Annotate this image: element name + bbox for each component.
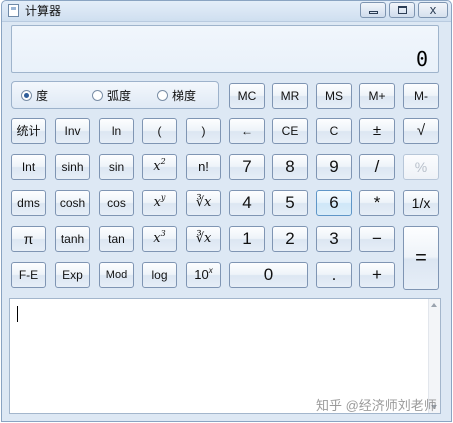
digit-8-button[interactable]: 8 xyxy=(272,154,308,180)
square-exponent: 2 xyxy=(160,157,166,166)
digit-0-button[interactable]: 0 xyxy=(229,262,308,288)
fixed-exponent-button[interactable]: F-E xyxy=(11,262,46,288)
angle-mode-group: 度 弧度 梯度 xyxy=(11,81,219,109)
radio-radians[interactable]: 弧度 xyxy=(92,88,152,104)
cube-exponent: 3 xyxy=(160,229,166,238)
integer-button[interactable]: Int xyxy=(11,154,46,180)
radio-gradians[interactable]: 梯度 xyxy=(157,88,217,104)
equals-button[interactable]: = xyxy=(403,226,439,290)
statistics-button[interactable]: 统计 xyxy=(11,118,46,144)
decimal-button[interactable]: . xyxy=(316,262,352,288)
tan-button[interactable]: tan xyxy=(99,226,134,252)
radio-radians-label: 弧度 xyxy=(107,89,132,103)
divide-button[interactable]: / xyxy=(359,154,395,180)
cos-button[interactable]: cos xyxy=(99,190,134,216)
factorial-button[interactable]: n! xyxy=(186,154,221,180)
digit-6-button[interactable]: 6 xyxy=(316,190,352,216)
percent-button[interactable]: % xyxy=(403,154,439,180)
minimize-button[interactable] xyxy=(360,2,386,18)
memory-subtract-button[interactable]: M- xyxy=(403,83,439,109)
ten-power-exponent: x xyxy=(208,266,213,275)
exp-button[interactable]: Exp xyxy=(55,262,90,288)
ln-button[interactable]: ln xyxy=(99,118,134,144)
sinh-button[interactable]: sinh xyxy=(55,154,90,180)
multiply-button[interactable]: * xyxy=(359,190,395,216)
radio-degrees-label: 度 xyxy=(36,89,49,103)
memory-store-button[interactable]: MS xyxy=(316,83,352,109)
clear-button[interactable]: C xyxy=(316,118,352,144)
sin-button[interactable]: sin xyxy=(99,154,134,180)
scroll-up-icon[interactable] xyxy=(431,303,437,307)
memory-recall-button[interactable]: MR xyxy=(272,83,308,109)
title-bar[interactable]: 计算器 x xyxy=(2,1,451,22)
cube-base: x xyxy=(153,231,161,246)
ten-power-base: 10 xyxy=(194,267,209,282)
add-button[interactable]: + xyxy=(359,262,395,288)
cube-root-button[interactable]: ∛x xyxy=(186,226,221,252)
square-base: x xyxy=(153,159,161,174)
square-button[interactable]: x2 xyxy=(142,154,177,180)
backspace-button[interactable]: ← xyxy=(229,118,265,144)
dms-button[interactable]: dms xyxy=(11,190,46,216)
radio-selected-icon xyxy=(21,90,32,101)
text-caret xyxy=(17,306,18,322)
cosh-button[interactable]: cosh xyxy=(55,190,90,216)
subtract-button[interactable]: − xyxy=(359,226,395,252)
calculator-app-icon xyxy=(8,4,19,17)
square-root-button[interactable]: √ xyxy=(403,118,439,144)
power-exponent: y xyxy=(160,193,166,202)
close-button[interactable]: x xyxy=(418,2,448,18)
digit-9-button[interactable]: 9 xyxy=(316,154,352,180)
power-button[interactable]: xy xyxy=(142,190,177,216)
radio-degrees[interactable]: 度 xyxy=(21,88,71,104)
tanh-button[interactable]: tanh xyxy=(55,226,90,252)
memory-clear-button[interactable]: MC xyxy=(229,83,265,109)
power-base: x xyxy=(153,195,161,210)
watermark-text: 知乎 @经济师刘老师 xyxy=(316,398,437,413)
ten-power-button[interactable]: 10x xyxy=(186,262,221,288)
display-value: 0 xyxy=(415,47,428,71)
pi-button[interactable]: π xyxy=(11,226,46,252)
digit-2-button[interactable]: 2 xyxy=(272,226,308,252)
cube-button[interactable]: x3 xyxy=(142,226,177,252)
right-paren-button[interactable]: ) xyxy=(186,118,221,144)
maximize-button[interactable] xyxy=(389,2,415,18)
left-paren-button[interactable]: ( xyxy=(142,118,177,144)
radio-unselected-icon xyxy=(157,90,168,101)
modulo-button[interactable]: Mod xyxy=(99,262,134,288)
digit-7-button[interactable]: 7 xyxy=(229,154,265,180)
plus-minus-button[interactable]: ± xyxy=(359,118,395,144)
clear-entry-button[interactable]: CE xyxy=(272,118,308,144)
digit-4-button[interactable]: 4 xyxy=(229,190,265,216)
window-title: 计算器 xyxy=(25,4,62,18)
log-button[interactable]: log xyxy=(142,262,177,288)
radio-gradians-label: 梯度 xyxy=(172,89,197,103)
close-icon: x xyxy=(429,2,437,17)
yth-root-button[interactable]: ∛x xyxy=(186,190,221,216)
digit-3-button[interactable]: 3 xyxy=(316,226,352,252)
digit-5-button[interactable]: 5 xyxy=(272,190,308,216)
radio-unselected-icon xyxy=(92,90,103,101)
reciprocal-button[interactable]: 1/x xyxy=(403,190,439,216)
calculator-window: 计算器 x 0 度 弧度 梯度 MC MR MS M+ M- 统计 Inv ln… xyxy=(1,0,452,422)
result-display: 0 xyxy=(11,25,439,73)
digit-1-button[interactable]: 1 xyxy=(229,226,265,252)
memory-add-button[interactable]: M+ xyxy=(359,83,395,109)
inverse-button[interactable]: Inv xyxy=(55,118,90,144)
